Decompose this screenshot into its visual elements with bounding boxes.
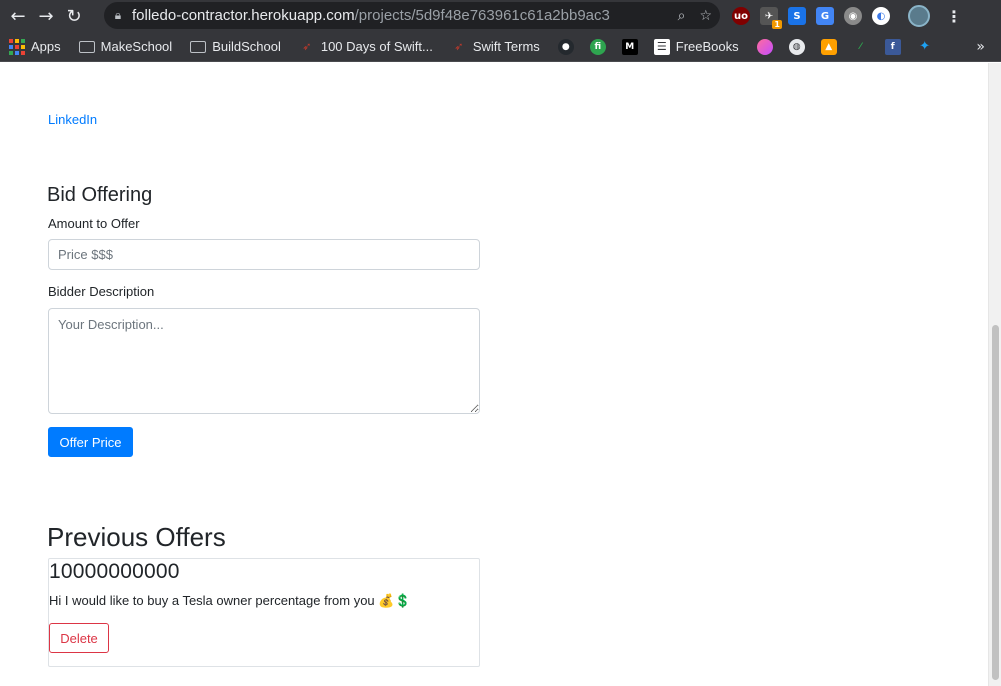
bookmark-swift-terms[interactable]: ➶ Swift Terms — [451, 39, 540, 55]
facebook-icon[interactable]: f — [884, 38, 901, 55]
profile-avatar[interactable] — [908, 5, 930, 27]
kebab-menu-icon[interactable]: ⋮ — [946, 7, 962, 26]
bookmark-label: FreeBooks — [675, 39, 739, 54]
swift-icon: ➶ — [454, 40, 464, 53]
gradient-bookmark-icon[interactable] — [756, 38, 773, 55]
url-host: folledo-contractor.herokuapp.com — [132, 7, 355, 24]
bookmark-label: Apps — [31, 39, 61, 54]
offer-price-button[interactable]: Offer Price — [48, 427, 133, 457]
scrollbar-thumb[interactable] — [992, 325, 999, 680]
page-scrollbar[interactable] — [988, 63, 1001, 686]
ublock-extension-icon[interactable]: uo — [732, 7, 750, 25]
description-textarea[interactable] — [48, 308, 480, 414]
folder-icon — [190, 40, 207, 53]
bookmark-label: BuildSchool — [212, 39, 281, 54]
bookmark-freebooks[interactable]: ☰ FreeBooks — [653, 38, 739, 55]
extension-icon[interactable]: ✈ 1 — [760, 7, 782, 29]
shield-extension-icon[interactable]: ◐ — [872, 7, 890, 25]
page-content: LinkedIn Bid Offering Amount to Offer Bi… — [0, 63, 990, 686]
linkedin-link[interactable]: LinkedIn — [48, 112, 97, 127]
lock-icon: 🔒︎ — [114, 8, 122, 22]
firebase-icon[interactable]: ▲ — [820, 38, 837, 55]
slash-bookmark-icon[interactable]: ⁄ — [853, 39, 869, 55]
forward-arrow-icon[interactable]: → — [32, 2, 60, 30]
bookmark-label: MakeSchool — [100, 39, 173, 54]
bookmark-100-days-swift[interactable]: ➶ 100 Days of Swift... — [299, 39, 433, 55]
folder-icon — [78, 40, 95, 53]
more-bookmarks-icon[interactable]: » — [976, 39, 985, 55]
delete-offer-button[interactable]: Delete — [49, 623, 109, 653]
bookmark-buildschool[interactable]: BuildSchool — [190, 39, 281, 54]
medium-icon[interactable]: M — [621, 38, 638, 55]
extension-badge: 1 — [772, 20, 782, 29]
bookmark-star-icon[interactable]: ☆ — [699, 8, 712, 24]
s-extension-icon[interactable]: S — [788, 7, 806, 25]
offer-amount: 10000000000 — [49, 560, 180, 583]
search-icon[interactable]: ⌕ — [678, 8, 686, 24]
reload-icon[interactable]: ↻ — [60, 2, 88, 30]
translate-extension-icon[interactable]: G — [816, 7, 834, 25]
browser-toolbar: ← → ↻ 🔒︎ folledo-contractor.herokuapp.co… — [0, 0, 1001, 32]
circle-extension-icon[interactable]: ◉ — [844, 7, 862, 25]
fi-bookmark-icon[interactable]: fi — [589, 38, 606, 55]
back-arrow-icon[interactable]: ← — [4, 2, 32, 30]
url-text: folledo-contractor.herokuapp.com/project… — [132, 7, 610, 24]
bookmarks-bar: Apps MakeSchool BuildSchool ➶ 100 Days o… — [0, 32, 1001, 62]
bookmark-apps[interactable]: Apps — [9, 38, 61, 55]
github-icon[interactable]: ● — [557, 38, 574, 55]
bookmark-label: 100 Days of Swift... — [320, 39, 433, 54]
offer-card: 10000000000 Hi I would like to buy a Tes… — [48, 558, 480, 667]
book-icon: ☰ — [653, 38, 670, 55]
globe-icon[interactable]: ◍ — [788, 38, 805, 55]
twitter-icon[interactable]: ✦ — [917, 39, 933, 55]
bookmark-label: Swift Terms — [472, 39, 540, 54]
amount-input[interactable] — [48, 239, 480, 270]
amount-label: Amount to Offer — [48, 216, 140, 231]
previous-offers-heading: Previous Offers — [47, 522, 226, 552]
swift-icon: ➶ — [302, 40, 312, 53]
url-path: /projects/5d9f48e763961c61a2bb9ac3 — [354, 7, 610, 24]
address-bar[interactable]: 🔒︎ folledo-contractor.herokuapp.com/proj… — [104, 2, 720, 29]
apps-grid-icon — [9, 38, 25, 55]
bid-heading: Bid Offering — [47, 184, 153, 206]
offer-description: Hi I would like to buy a Tesla owner per… — [49, 593, 411, 608]
bookmark-makeschool[interactable]: MakeSchool — [78, 39, 173, 54]
description-label: Bidder Description — [48, 284, 155, 299]
